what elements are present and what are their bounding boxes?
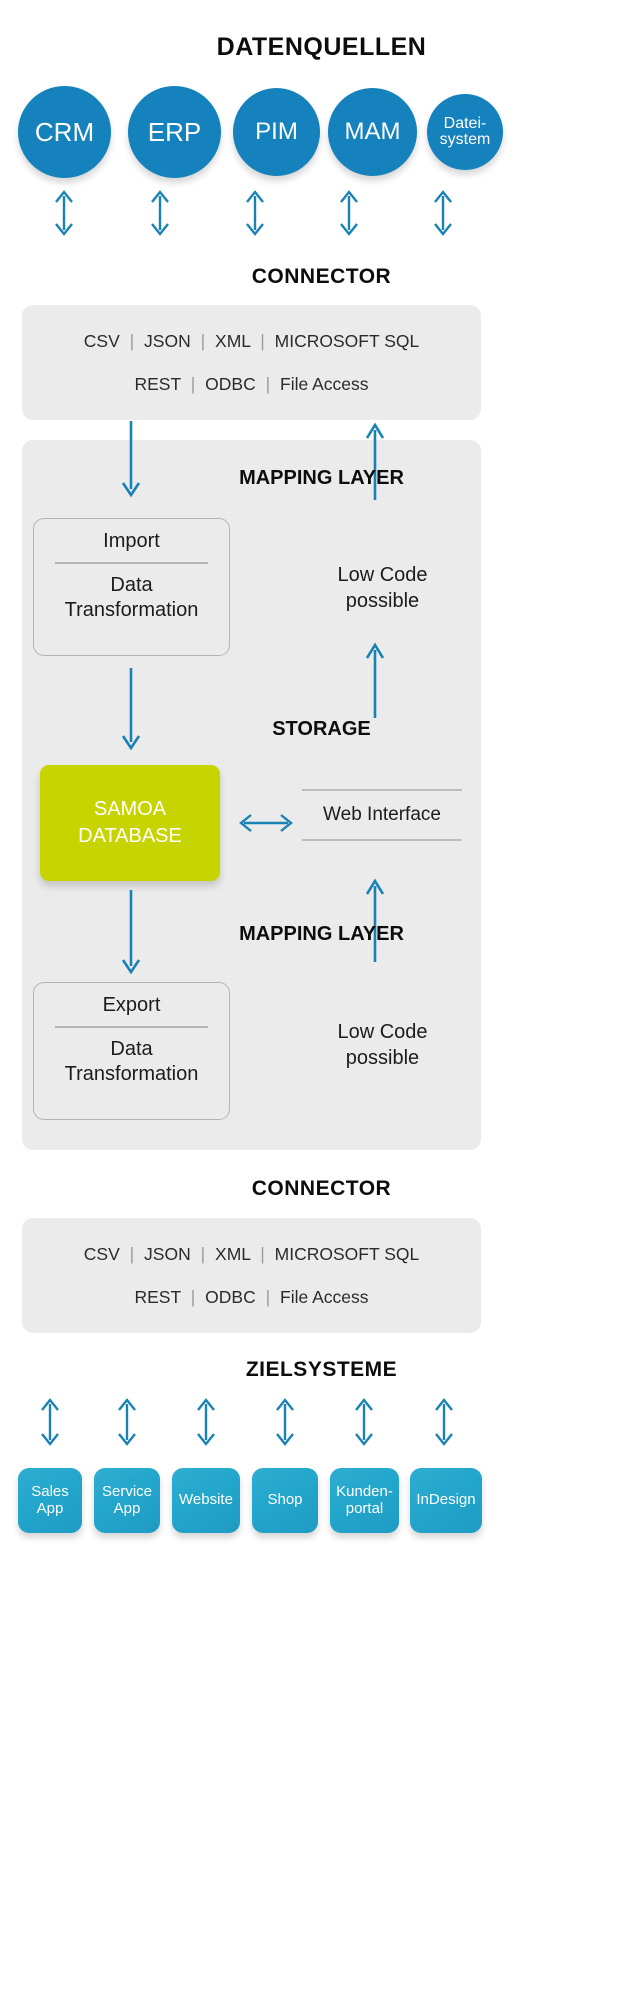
- double-arrow-service-app: [118, 1398, 136, 1446]
- double-arrow-shop: [276, 1398, 294, 1446]
- separator-icon: |: [129, 1244, 135, 1264]
- heading-connector-top: CONNECTOR: [251, 265, 392, 288]
- separator-icon: |: [190, 374, 196, 394]
- double-arrow-pim: [246, 190, 264, 236]
- target-system-label: Website: [179, 1491, 233, 1509]
- import-card-title: Import: [103, 530, 160, 552]
- target-system-label: Kunden- portal: [336, 1483, 393, 1517]
- protocol-file-access[interactable]: File Access: [280, 1287, 369, 1307]
- samoa-database-label: SAMOA DATABASE: [78, 798, 182, 847]
- data-source-circle-erp[interactable]: ERP: [128, 86, 221, 178]
- separator-icon: |: [260, 331, 265, 351]
- protocol-xml[interactable]: XML: [215, 331, 250, 351]
- separator-icon: |: [260, 1244, 265, 1264]
- protocol-csv[interactable]: CSV: [84, 1244, 120, 1264]
- heading-zielsysteme: ZIELSYSTEME: [245, 1358, 398, 1381]
- web-interface-box[interactable]: Web Interface: [302, 789, 462, 841]
- target-system-website[interactable]: Website: [172, 1468, 240, 1533]
- double-arrow-mam: [340, 190, 358, 236]
- diagram-canvas: DATENQUELLEN CRM ERP PIM MAM Datei- syst…: [0, 0, 643, 1994]
- separator-icon: |: [265, 1287, 271, 1307]
- data-source-label: ERP: [147, 116, 202, 147]
- data-source-circle-mam[interactable]: MAM: [328, 88, 417, 176]
- protocol-csv[interactable]: CSV: [84, 331, 120, 351]
- target-system-indesign[interactable]: InDesign: [410, 1468, 482, 1533]
- data-source-label: PIM: [255, 117, 298, 145]
- target-system-service-app[interactable]: Service App: [94, 1468, 160, 1533]
- data-source-circle-crm[interactable]: CRM: [18, 86, 111, 178]
- protocol-odbc[interactable]: ODBC: [205, 374, 256, 394]
- connector-top-protocol-row-1: CSV | JSON | XML | MICROSOFT SQL: [22, 331, 481, 352]
- separator-icon: |: [200, 331, 206, 351]
- data-source-circle-pim[interactable]: PIM: [233, 88, 320, 176]
- protocol-json[interactable]: JSON: [144, 331, 191, 351]
- import-card[interactable]: Import Data Transformation: [33, 518, 230, 656]
- double-arrow-sales-app: [41, 1398, 59, 1446]
- export-card-title: Export: [102, 994, 161, 1016]
- protocol-microsoft-sql[interactable]: MICROSOFT SQL: [275, 331, 420, 351]
- target-system-label: Service App: [101, 1483, 153, 1517]
- protocol-microsoft-sql[interactable]: MICROSOFT SQL: [275, 1244, 420, 1264]
- double-arrow-website: [197, 1398, 215, 1446]
- target-system-shop[interactable]: Shop: [252, 1468, 318, 1533]
- separator-icon: |: [190, 1287, 196, 1307]
- target-system-label: Sales App: [31, 1483, 69, 1517]
- double-arrow-indesign: [435, 1398, 453, 1446]
- separator-icon: |: [129, 331, 135, 351]
- protocol-rest[interactable]: REST: [134, 374, 180, 394]
- separator-icon: |: [200, 1244, 206, 1264]
- heading-datenquellen: DATENQUELLEN: [216, 33, 427, 61]
- data-source-label: Datei- system: [439, 114, 491, 148]
- heading-connector-bottom: CONNECTOR: [251, 1177, 392, 1200]
- connector-bottom-protocol-row-2: REST | ODBC | File Access: [22, 1287, 481, 1308]
- data-source-label: MAM: [344, 117, 401, 145]
- connector-panel-bottom: CSV | JSON | XML | MICROSOFT SQL REST | …: [22, 1218, 481, 1333]
- protocol-odbc[interactable]: ODBC: [205, 1287, 256, 1307]
- heading-mapping-layer-top: MAPPING LAYER: [239, 467, 404, 489]
- divider-bottom: [302, 839, 462, 841]
- connector-top-protocol-row-2: REST | ODBC | File Access: [22, 374, 481, 395]
- connector-panel-top: CSV | JSON | XML | MICROSOFT SQL REST | …: [22, 305, 481, 420]
- export-card-subtitle: Data Transformation: [64, 1037, 199, 1086]
- target-system-sales-app[interactable]: Sales App: [18, 1468, 82, 1533]
- low-code-label-top: Low Code possible: [337, 564, 428, 612]
- export-card[interactable]: Export Data Transformation: [33, 982, 230, 1120]
- heading-storage: STORAGE: [272, 718, 371, 740]
- protocol-rest[interactable]: REST: [134, 1287, 180, 1307]
- heading-mapping-layer-bottom: MAPPING LAYER: [239, 923, 404, 945]
- target-system-label: InDesign: [416, 1491, 476, 1509]
- web-interface-label: Web Interface: [323, 804, 441, 825]
- data-source-label: CRM: [34, 116, 95, 147]
- double-arrow-db-webinterface: [239, 814, 293, 832]
- double-arrow-dateisystem: [434, 190, 452, 236]
- protocol-json[interactable]: JSON: [144, 1244, 191, 1264]
- flow-arrow-lowcode-up-top: [365, 642, 385, 718]
- double-arrow-erp: [151, 190, 169, 236]
- data-source-circle-dateisystem[interactable]: Datei- system: [427, 94, 503, 170]
- protocol-xml[interactable]: XML: [215, 1244, 250, 1264]
- protocol-file-access[interactable]: File Access: [280, 374, 369, 394]
- target-system-kundenportal[interactable]: Kunden- portal: [330, 1468, 399, 1533]
- flow-arrow-export-up-to-storage: [365, 878, 385, 962]
- separator-icon: |: [265, 374, 271, 394]
- samoa-database-box[interactable]: SAMOA DATABASE: [40, 765, 220, 881]
- connector-bottom-protocol-row-1: CSV | JSON | XML | MICROSOFT SQL: [22, 1244, 481, 1265]
- target-system-label: Shop: [267, 1491, 303, 1509]
- import-card-subtitle: Data Transformation: [64, 573, 199, 622]
- double-arrow-crm: [55, 190, 73, 236]
- double-arrow-kundenportal: [355, 1398, 373, 1446]
- low-code-label-bottom: Low Code possible: [337, 1021, 428, 1069]
- data-source-circle-row: CRM ERP PIM MAM Datei- system: [12, 86, 631, 178]
